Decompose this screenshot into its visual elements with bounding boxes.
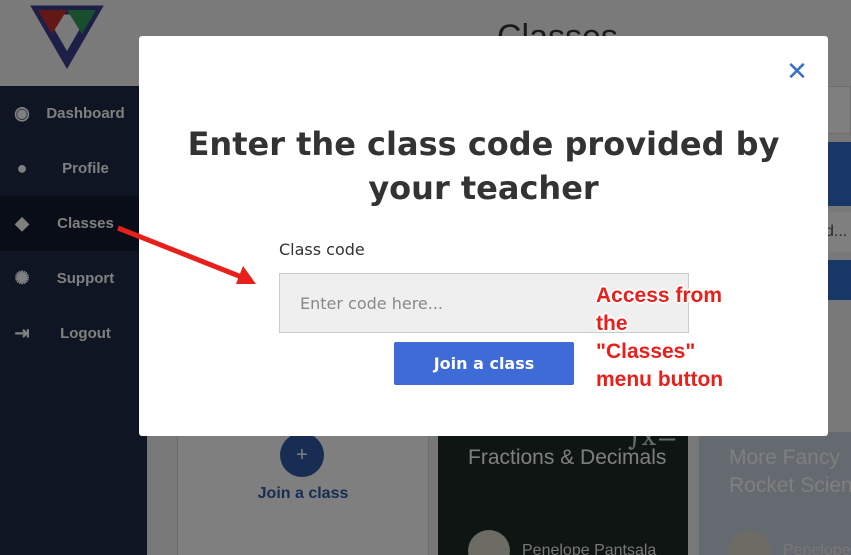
annotation-line: the — [596, 312, 628, 335]
modal-heading: Enter the class code provided by your te… — [187, 125, 780, 207]
annotation-line: menu button — [596, 368, 724, 391]
annotation-line: "Classes" — [596, 340, 696, 363]
annotation-line: Access from — [596, 284, 723, 307]
annotation-callout: Access from the "Classes" menu button — [596, 282, 756, 394]
join-class-button[interactable]: Join a class — [394, 342, 574, 385]
class-code-label: Class code — [279, 240, 365, 259]
close-icon[interactable]: ✕ — [784, 58, 810, 84]
